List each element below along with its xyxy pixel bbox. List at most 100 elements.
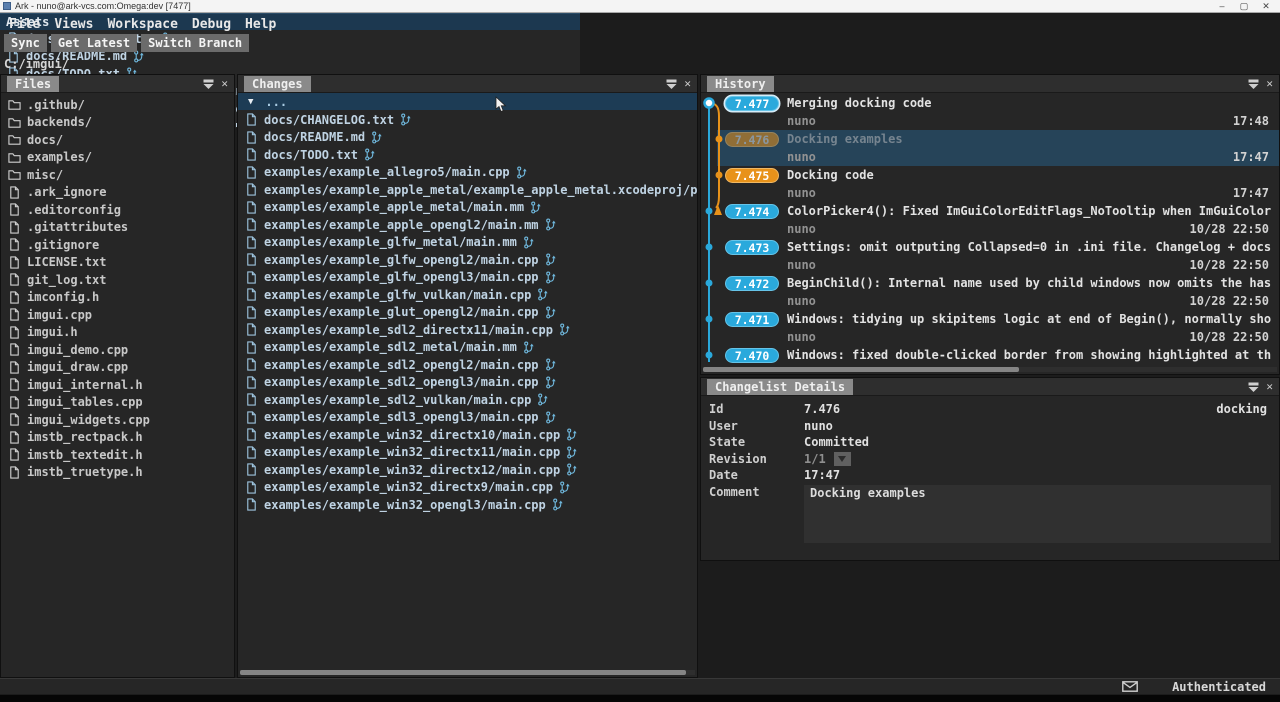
changed-file-row[interactable]: examples/example_glut_opengl2/main.cpp [238,304,697,322]
file-tree-item[interactable]: imstb_truetype.h [1,464,234,482]
history-row[interactable]: 7.477Merging docking code nuno17:48 [701,94,1279,130]
file-tree-item[interactable]: imgui_draw.cpp [1,359,234,377]
field-date: Date 17:47 [709,467,1271,484]
file-icon [245,411,258,424]
file-tree-item[interactable]: LICENSE.txt [1,254,234,272]
changed-file-row[interactable]: examples/example_sdl2_opengl2/main.cpp [238,356,697,374]
changed-file-row[interactable]: examples/example_glfw_opengl2/main.cpp [238,251,697,269]
comment-box[interactable]: Docking examples [804,485,1271,543]
file-tree-item[interactable]: imgui.cpp [1,306,234,324]
file-tree-item[interactable]: imgui_demo.cpp [1,341,234,359]
changes-hscrollbar[interactable] [240,670,695,675]
file-tree-item[interactable]: git_log.txt [1,271,234,289]
file-tree-item[interactable]: .github/ [1,96,234,114]
changed-file-row[interactable]: examples/example_allegro5/main.cpp [238,164,697,182]
branch-icon [559,323,571,336]
tab-files[interactable]: Files [7,76,59,92]
filter-icon[interactable] [1247,381,1260,393]
sync-button[interactable]: Sync [4,34,47,52]
changed-file-row[interactable]: docs/CHANGELOG.txt [238,111,697,129]
file-icon [8,396,21,409]
changed-file-row[interactable]: examples/example_apple_opengl2/main.mm [238,216,697,234]
history-row[interactable]: 7.475Docking code nuno17:47 [701,166,1279,202]
files-panel: Files ✕ .github/ backends/ docs/ example… [0,74,235,678]
history-row[interactable]: 7.474ColorPicker4(): Fixed ImGuiColorEdi… [701,202,1279,238]
history-row-selected[interactable]: 7.476Docking examples nuno17:47 [701,130,1279,166]
menu-views[interactable]: Views [54,17,93,32]
file-icon [245,201,258,214]
file-tree-item[interactable]: .ark_ignore [1,184,234,202]
history-row[interactable]: 7.473Settings: omit outputing Collapsed=… [701,238,1279,274]
file-tree-item[interactable]: backends/ [1,114,234,132]
file-tree-item[interactable]: imconfig.h [1,289,234,307]
maximize-icon[interactable]: ▢ [1238,0,1250,13]
file-tree-item[interactable]: imgui_tables.cpp [1,394,234,412]
envelope-icon [1122,681,1138,692]
tab-changelist-details[interactable]: Changelist Details [707,379,853,395]
close-panel-icon[interactable]: ✕ [221,78,228,90]
file-icon [245,253,258,266]
expander-icon[interactable]: ▼ [248,97,253,107]
file-icon [245,306,258,319]
changed-file-row[interactable]: docs/README.md [238,129,697,147]
history-row[interactable]: 7.470Windows: fixed double-clicked borde… [701,346,1279,368]
file-tree-item[interactable]: .gitignore [1,236,234,254]
history-row[interactable]: 7.472BeginChild(): Internal name used by… [701,274,1279,310]
changed-file-row[interactable]: examples/example_sdl3_opengl3/main.cpp [238,409,697,427]
filter-icon[interactable] [665,78,678,90]
changed-file-row[interactable]: docs/TODO.txt [238,146,697,164]
changed-file-row[interactable]: examples/example_win32_directx9/main.cpp [238,479,697,497]
changed-file-row[interactable]: examples/example_glfw_opengl3/main.cpp [238,269,697,287]
changed-file-row[interactable]: examples/example_win32_directx12/main.cp… [238,461,697,479]
changed-file-row[interactable]: examples/example_sdl2_metal/main.mm [238,339,697,357]
minimize-icon[interactable]: – [1216,0,1228,13]
file-icon [245,498,258,511]
file-tree-item[interactable]: imgui_widgets.cpp [1,411,234,429]
menu-help[interactable]: Help [245,17,276,32]
history-row[interactable]: 7.471Windows: tidying up skipitems logic… [701,310,1279,346]
close-panel-icon[interactable]: ✕ [684,78,691,90]
tab-changes[interactable]: Changes [244,76,311,92]
close-icon[interactable]: ✕ [1260,0,1272,13]
changed-file-row[interactable]: examples/example_sdl2_directx11/main.cpp [238,321,697,339]
state-value: Committed [804,435,869,449]
changed-file-row[interactable]: examples/example_win32_directx11/main.cp… [238,444,697,462]
changed-file-row[interactable]: examples/example_glfw_metal/main.mm [238,234,697,252]
file-tree-item[interactable]: docs/ [1,131,234,149]
file-tree-item[interactable]: .gitattributes [1,219,234,237]
file-icon [8,291,21,304]
file-tree-item[interactable]: imgui_internal.h [1,376,234,394]
file-tree-item[interactable]: imstb_textedit.h [1,446,234,464]
branch-icon [566,463,578,476]
menu-workspace[interactable]: Workspace [107,17,177,32]
close-panel-icon[interactable]: ✕ [1266,381,1273,393]
switch-branch-button[interactable]: Switch Branch [141,34,249,52]
close-panel-icon[interactable]: ✕ [1266,78,1273,90]
file-tree-item[interactable]: misc/ [1,166,234,184]
branch-icon [545,376,557,389]
changed-file-row[interactable]: examples/example_win32_opengl3/main.cpp [238,496,697,514]
file-tree-item[interactable]: imstb_rectpack.h [1,429,234,447]
file-icon [245,376,258,389]
changed-file-row[interactable]: examples/example_sdl2_opengl3/main.cpp [238,374,697,392]
get-latest-button[interactable]: Get Latest [51,34,137,52]
revision-dropdown[interactable] [834,452,851,466]
changelist-badge: 7.474 [725,204,779,219]
menu-debug[interactable]: Debug [192,17,231,32]
changed-file-row[interactable]: examples/example_apple_metal/main.mm [238,199,697,217]
filter-icon[interactable] [202,78,215,90]
menu-file[interactable]: File [9,17,40,32]
file-tree-item[interactable]: imgui.h [1,324,234,342]
file-tree-item[interactable]: examples/ [1,149,234,167]
file-tree-item[interactable]: .editorconfig [1,201,234,219]
tab-history[interactable]: History [707,76,774,92]
changed-file-row[interactable]: examples/example_apple_metal/example_app… [238,181,697,199]
changed-file-row[interactable]: examples/example_sdl2_vulkan/main.cpp [238,391,697,409]
changed-file-row[interactable]: examples/example_glfw_vulkan/main.cpp [238,286,697,304]
branch-icon [364,148,376,161]
field-state: State Committed [709,434,1271,451]
changes-list: docs/CHANGELOG.txt docs/README.md docs/T… [238,110,697,514]
changes-root-row[interactable]: ▼ ... [238,93,697,110]
filter-icon[interactable] [1247,78,1260,90]
changed-file-row[interactable]: examples/example_win32_directx10/main.cp… [238,426,697,444]
